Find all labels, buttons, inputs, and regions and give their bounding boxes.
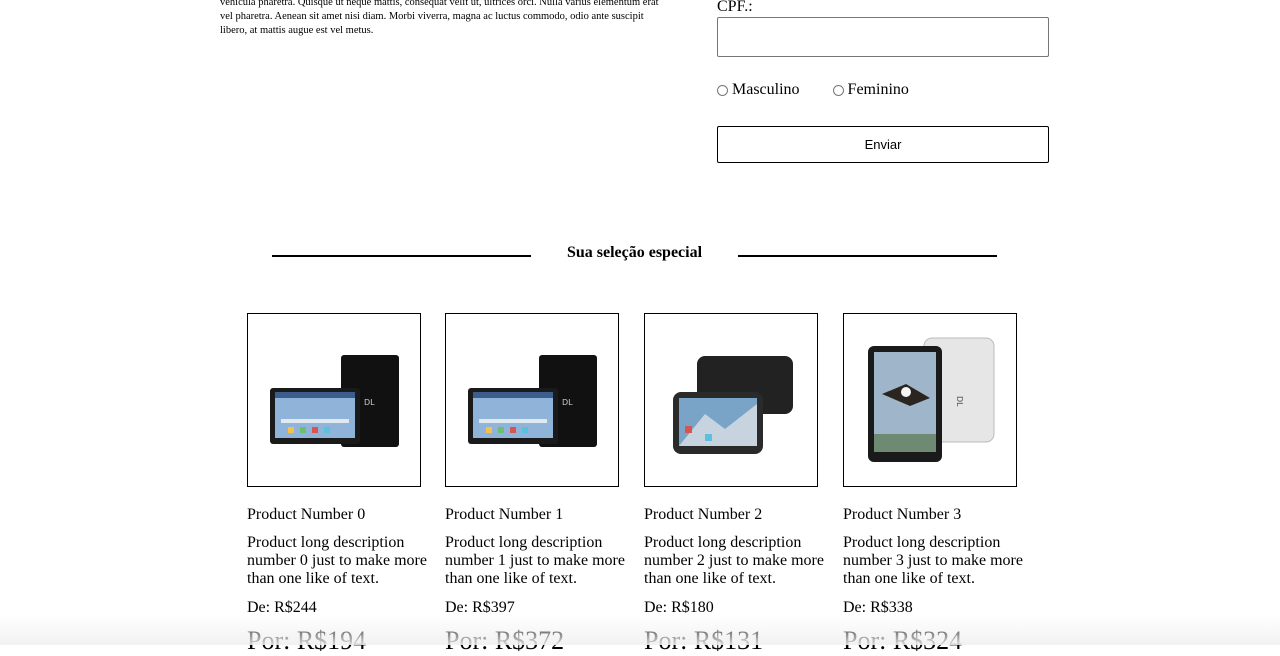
product-price-from: De: R$397 [445, 599, 515, 616]
cpf-label: CPF.: [717, 0, 753, 15]
product-card[interactable]: DL Product Number 3 Product long descrip… [843, 313, 1023, 655]
cpf-input[interactable] [717, 17, 1049, 57]
gender-option-masculino[interactable]: Masculino [717, 81, 800, 99]
tablet-image-icon: DL [270, 355, 399, 447]
svg-text:DL: DL [562, 398, 573, 407]
product-image[interactable]: DL [445, 313, 619, 487]
bottom-fade [0, 615, 1280, 645]
product-name[interactable]: Product Number 0 [247, 506, 365, 524]
tablet-image-icon [673, 356, 793, 454]
gender-option-feminino[interactable]: Feminino [832, 81, 909, 99]
section-title: Sua seleção especial [566, 244, 703, 261]
product-name[interactable]: Product Number 2 [644, 506, 762, 524]
tablet-image-icon: DL [468, 355, 597, 447]
radio-button[interactable] [717, 84, 728, 96]
product-image[interactable]: DL [843, 313, 1017, 487]
product-price-by: Por: R$194 [247, 626, 367, 655]
product-description: Product long description number 0 just t… [247, 534, 427, 587]
product-card[interactable]: Product Number 2 Product long descriptio… [644, 313, 824, 655]
gender-option-label: Feminino [847, 81, 909, 98]
product-price-from: De: R$180 [644, 599, 714, 616]
submit-button[interactable]: Enviar [717, 126, 1049, 163]
product-price-from: De: R$338 [843, 599, 913, 616]
product-price-by: Por: R$324 [843, 626, 963, 655]
product-name[interactable]: Product Number 1 [445, 506, 563, 524]
product-price-by: Por: R$372 [445, 626, 565, 655]
radio-button[interactable] [832, 84, 844, 96]
product-description: Product long description number 2 just t… [644, 534, 824, 587]
svg-text:DL: DL [955, 396, 964, 407]
product-card[interactable]: DL Product Number 1 Product long descrip… [445, 313, 625, 655]
product-name[interactable]: Product Number 3 [843, 506, 961, 524]
product-description: Product long description number 3 just t… [843, 534, 1023, 587]
intro-text: vehicula pharetra. Quisque ut neque matt… [220, 0, 659, 36]
product-price-by: Por: R$131 [644, 626, 764, 655]
divider [738, 255, 997, 257]
product-description: Product long description number 1 just t… [445, 534, 625, 587]
product-image[interactable]: DL [247, 313, 421, 487]
gender-option-label: Masculino [732, 81, 800, 98]
product-image[interactable] [644, 313, 818, 487]
svg-text:DL: DL [364, 398, 375, 407]
product-card[interactable]: DL Product Number 0 Product long descrip… [247, 313, 427, 655]
gender-radio-group: Masculino Feminino [717, 81, 942, 99]
product-price-from: De: R$244 [247, 599, 317, 616]
tablet-image-icon: DL [868, 337, 995, 462]
section-header: Sua seleção especial [272, 244, 997, 264]
